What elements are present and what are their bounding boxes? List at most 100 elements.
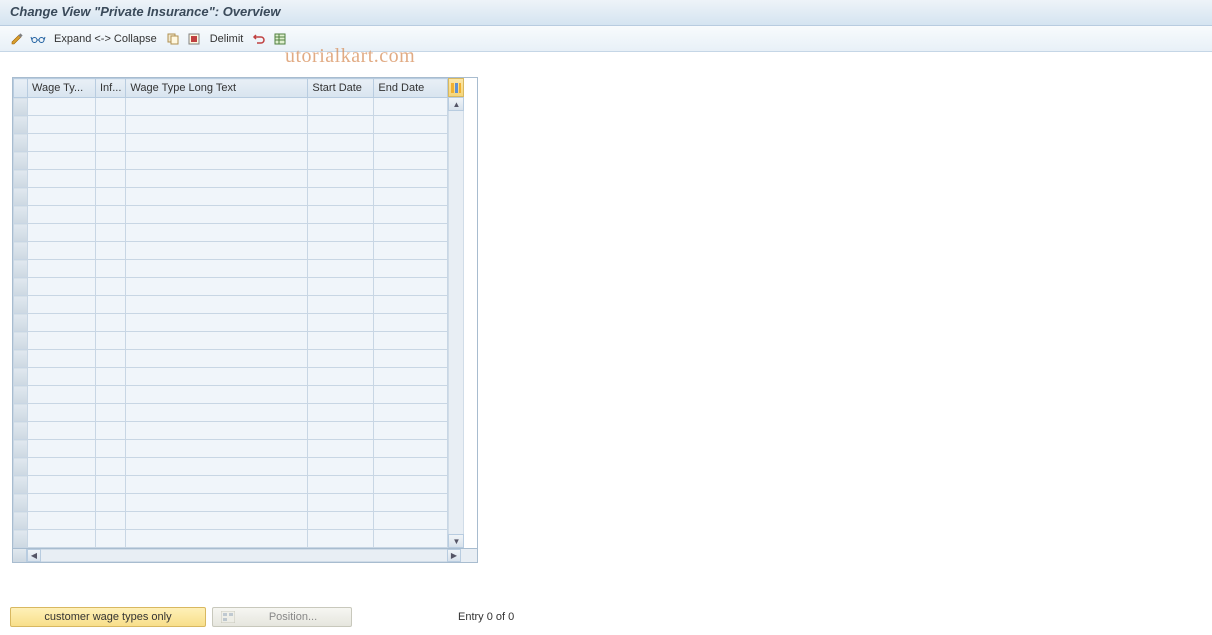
cell[interactable]: [96, 368, 126, 386]
cell[interactable]: [308, 458, 374, 476]
cell[interactable]: [126, 170, 308, 188]
row-selector[interactable]: [14, 350, 28, 368]
cell[interactable]: [96, 350, 126, 368]
row-selector[interactable]: [14, 98, 28, 116]
cell[interactable]: [28, 530, 96, 548]
cell[interactable]: [96, 98, 126, 116]
cell[interactable]: [308, 350, 374, 368]
cell[interactable]: [96, 260, 126, 278]
cell[interactable]: [96, 134, 126, 152]
cell[interactable]: [96, 476, 126, 494]
table-row[interactable]: [14, 404, 448, 422]
table-row[interactable]: [14, 188, 448, 206]
cell[interactable]: [126, 296, 308, 314]
row-selector[interactable]: [14, 242, 28, 260]
column-config-icon[interactable]: [448, 78, 464, 97]
col-header-startdate[interactable]: Start Date: [308, 79, 374, 98]
cell[interactable]: [28, 116, 96, 134]
cell[interactable]: [126, 458, 308, 476]
cell[interactable]: [126, 422, 308, 440]
col-header-longtext[interactable]: Wage Type Long Text: [126, 79, 308, 98]
cell[interactable]: [308, 386, 374, 404]
cell[interactable]: [126, 134, 308, 152]
cell[interactable]: [308, 278, 374, 296]
row-selector[interactable]: [14, 368, 28, 386]
table-row[interactable]: [14, 224, 448, 242]
cell[interactable]: [96, 512, 126, 530]
table-row[interactable]: [14, 242, 448, 260]
cell[interactable]: [28, 512, 96, 530]
row-selector[interactable]: [14, 404, 28, 422]
cell[interactable]: [374, 386, 448, 404]
cell[interactable]: [308, 332, 374, 350]
cell[interactable]: [126, 530, 308, 548]
cell[interactable]: [96, 170, 126, 188]
col-header-inf[interactable]: Inf...: [96, 79, 126, 98]
cell[interactable]: [96, 188, 126, 206]
row-selector[interactable]: [14, 422, 28, 440]
cell[interactable]: [126, 350, 308, 368]
cell[interactable]: [126, 98, 308, 116]
row-selector[interactable]: [14, 224, 28, 242]
customer-wage-types-button[interactable]: customer wage types only: [10, 607, 206, 627]
cell[interactable]: [308, 188, 374, 206]
cell[interactable]: [308, 260, 374, 278]
cell[interactable]: [374, 314, 448, 332]
cell[interactable]: [96, 440, 126, 458]
cell[interactable]: [374, 260, 448, 278]
cell[interactable]: [308, 170, 374, 188]
select-all-header[interactable]: [14, 79, 28, 98]
undo-icon[interactable]: [250, 30, 268, 48]
cell[interactable]: [126, 404, 308, 422]
row-selector[interactable]: [14, 170, 28, 188]
cell[interactable]: [374, 458, 448, 476]
cell[interactable]: [28, 296, 96, 314]
cell[interactable]: [308, 368, 374, 386]
scroll-right-button[interactable]: ▶: [447, 549, 461, 562]
cell[interactable]: [374, 530, 448, 548]
table-row[interactable]: [14, 368, 448, 386]
row-selector[interactable]: [14, 116, 28, 134]
data-table[interactable]: Wage Ty... Inf... Wage Type Long Text St…: [13, 78, 448, 548]
cell[interactable]: [28, 368, 96, 386]
row-selector[interactable]: [14, 494, 28, 512]
cell[interactable]: [96, 242, 126, 260]
cell[interactable]: [96, 386, 126, 404]
table-row[interactable]: [14, 170, 448, 188]
row-selector[interactable]: [14, 314, 28, 332]
table-row[interactable]: [14, 296, 448, 314]
col-header-wagetype[interactable]: Wage Ty...: [28, 79, 96, 98]
cell[interactable]: [96, 152, 126, 170]
cell[interactable]: [374, 494, 448, 512]
cell[interactable]: [308, 296, 374, 314]
cell[interactable]: [96, 530, 126, 548]
cell[interactable]: [308, 116, 374, 134]
table-row[interactable]: [14, 530, 448, 548]
row-selector[interactable]: [14, 530, 28, 548]
cell[interactable]: [28, 242, 96, 260]
table-row[interactable]: [14, 116, 448, 134]
cell[interactable]: [374, 422, 448, 440]
cell[interactable]: [308, 134, 374, 152]
cell[interactable]: [28, 206, 96, 224]
table-row[interactable]: [14, 206, 448, 224]
cell[interactable]: [308, 530, 374, 548]
table-row[interactable]: [14, 440, 448, 458]
cell[interactable]: [126, 224, 308, 242]
hscroll-track[interactable]: [41, 549, 447, 562]
cell[interactable]: [28, 314, 96, 332]
cell[interactable]: [96, 314, 126, 332]
cell[interactable]: [96, 332, 126, 350]
scroll-up-button[interactable]: ▲: [448, 97, 464, 111]
cell[interactable]: [96, 116, 126, 134]
cell[interactable]: [374, 368, 448, 386]
cell[interactable]: [374, 116, 448, 134]
row-selector[interactable]: [14, 440, 28, 458]
cell[interactable]: [28, 386, 96, 404]
cell[interactable]: [374, 404, 448, 422]
cell[interactable]: [374, 170, 448, 188]
cell[interactable]: [374, 350, 448, 368]
cell[interactable]: [308, 440, 374, 458]
copy-icon[interactable]: [164, 30, 182, 48]
cell[interactable]: [308, 476, 374, 494]
